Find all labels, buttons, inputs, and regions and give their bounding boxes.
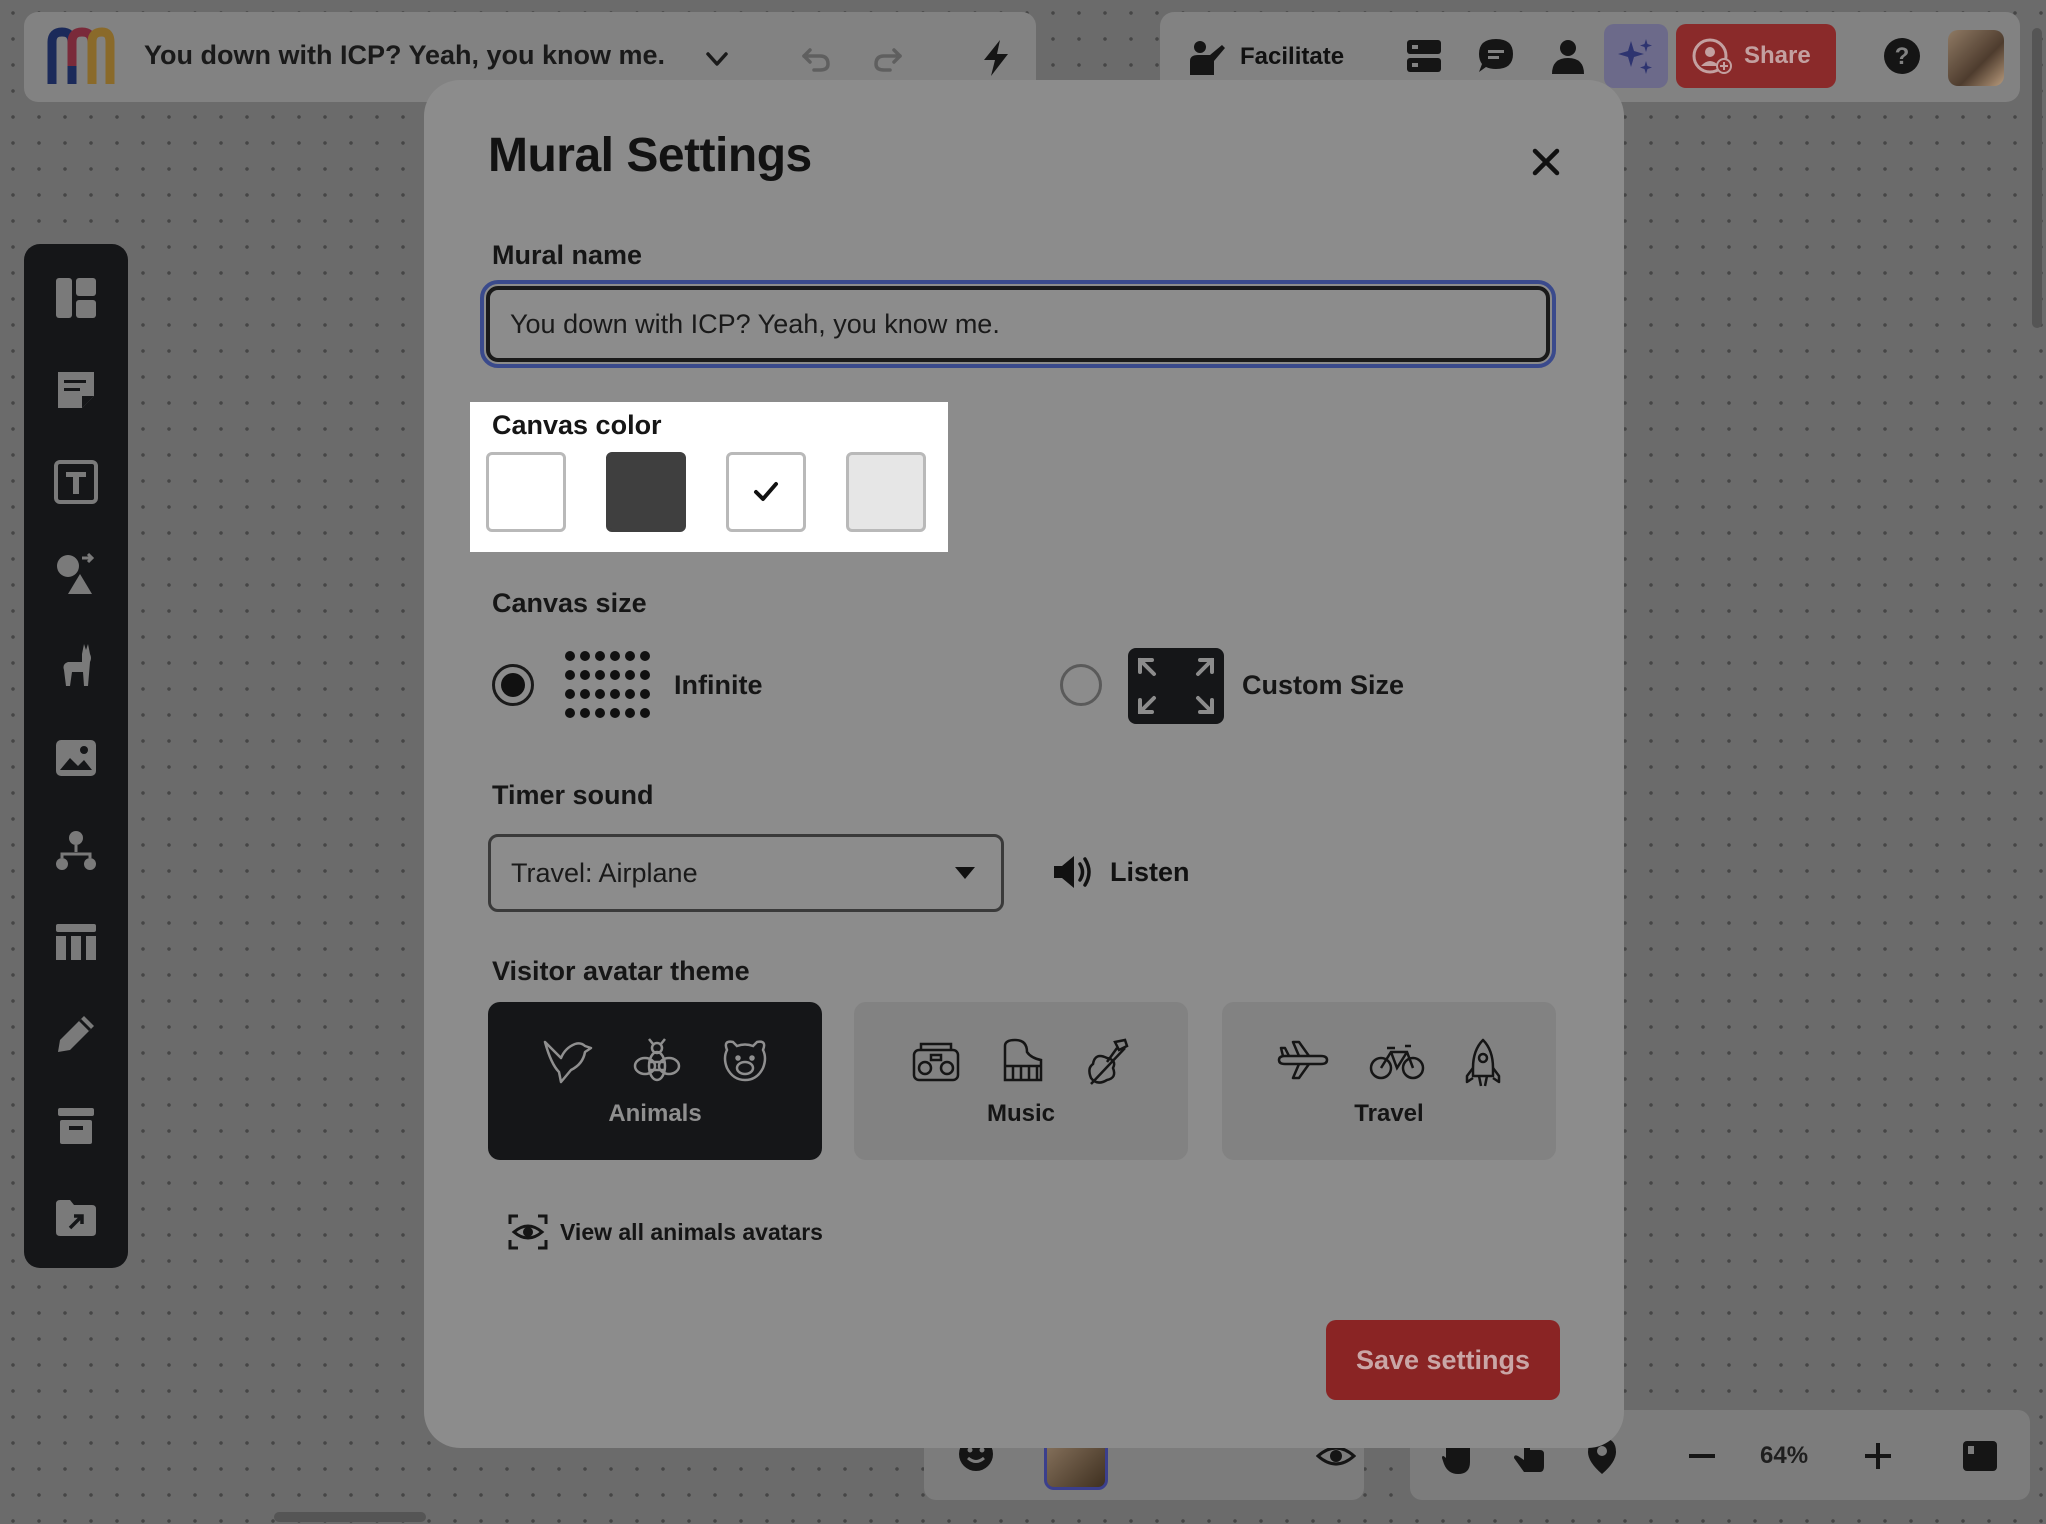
text-icon[interactable] (50, 456, 102, 508)
facilitate-label: Facilitate (1240, 43, 1345, 70)
lightning-icon[interactable] (972, 34, 1020, 82)
mural-title[interactable]: You down with ICP? Yeah, you know me. (144, 40, 665, 71)
speaker-icon (1054, 856, 1091, 888)
custom-size-expand-icon (1128, 648, 1224, 724)
avatar-theme-travel-label: Travel (1354, 1100, 1424, 1127)
sticky-note-icon[interactable] (50, 364, 102, 416)
vertical-scrollbar[interactable] (2032, 28, 2042, 328)
facilitate-icon (1190, 41, 1225, 75)
view-all-avatars-link[interactable]: View all animals avatars (508, 1214, 823, 1250)
timer-sound-label: Timer sound (492, 780, 654, 810)
comments-icon[interactable] (1472, 32, 1520, 80)
templates-icon[interactable] (50, 272, 102, 324)
view-all-avatars-label: View all animals avatars (560, 1218, 823, 1245)
listen-label: Listen (1110, 856, 1190, 887)
infinite-grid-icon (565, 651, 650, 718)
people-icon[interactable] (1544, 32, 1592, 80)
canvas-color-dark[interactable] (606, 452, 686, 532)
close-icon (1532, 148, 1560, 176)
image-icon[interactable] (50, 732, 102, 784)
facilitate-button[interactable]: Facilitate (1188, 34, 1344, 80)
chevron-down-icon[interactable] (700, 44, 734, 74)
canvas-color-light-gray[interactable] (846, 452, 926, 532)
llama-icon[interactable] (50, 640, 102, 692)
archive-icon[interactable] (50, 1100, 102, 1152)
ai-assist-button[interactable] (1604, 24, 1668, 88)
eye-view-icon (508, 1214, 548, 1250)
timer-sound-select[interactable]: Travel: Airplane (488, 834, 1004, 912)
shapes-icon[interactable] (50, 548, 102, 600)
mural-name-label: Mural name (492, 240, 643, 270)
redo-icon[interactable] (864, 34, 912, 82)
modal-title: Mural Settings (488, 129, 812, 182)
listen-button[interactable]: Listen (1052, 852, 1190, 892)
canvas-size-infinite-label[interactable]: Infinite (674, 670, 763, 701)
boombox-icon (912, 1042, 960, 1082)
share-button[interactable]: Share (1676, 24, 1836, 88)
canvas-size-custom-radio[interactable] (1060, 664, 1102, 706)
zoom-level[interactable]: 64% (1760, 1442, 1808, 1470)
bird-icon (543, 1040, 593, 1084)
svg-text:?: ? (1895, 43, 1910, 70)
visitor-avatar-theme-label: Visitor avatar theme (492, 956, 750, 986)
canvas-color-dotted[interactable] (726, 452, 806, 532)
left-toolbar (24, 244, 128, 1268)
mural-name-input[interactable] (480, 280, 1556, 368)
avatar-theme-music[interactable]: Music (854, 1002, 1188, 1160)
help-icon[interactable]: ? (1878, 32, 1926, 80)
bee-icon (633, 1038, 681, 1082)
share-user-icon (1692, 38, 1732, 74)
canvas-size-infinite-radio[interactable] (492, 664, 534, 706)
mural-settings-modal: Mural Settings Mural name Canvas color C… (424, 80, 1624, 1448)
ai-sparkle-icon (1618, 39, 1652, 74)
rocket-icon (1465, 1038, 1501, 1087)
canvas-size-label: Canvas size (492, 588, 647, 618)
violin-icon (1088, 1038, 1129, 1085)
diagram-icon[interactable] (50, 824, 102, 876)
share-label: Share (1744, 42, 1811, 69)
user-avatar[interactable] (1948, 30, 2004, 86)
piano-icon (1003, 1038, 1043, 1082)
zoom-out-icon[interactable] (1678, 1432, 1726, 1480)
checkmark-icon (754, 482, 778, 501)
outline-icon[interactable] (1400, 32, 1448, 80)
horizontal-scrollbar[interactable] (274, 1512, 426, 1522)
avatar-theme-animals[interactable]: Animals (488, 1002, 822, 1160)
table-icon[interactable] (50, 916, 102, 968)
bear-icon (723, 1040, 767, 1082)
mural-logo[interactable] (44, 26, 116, 90)
minimap-icon[interactable] (1956, 1432, 2004, 1480)
pen-icon[interactable] (50, 1008, 102, 1060)
airplane-icon (1277, 1040, 1329, 1080)
close-button[interactable] (1524, 140, 1568, 184)
timer-sound-value: Travel: Airplane (511, 857, 698, 888)
canvas-color-section: Canvas color (470, 402, 948, 552)
dropdown-caret-icon (955, 867, 975, 879)
avatar-theme-animals-label: Animals (608, 1100, 702, 1127)
canvas-color-white[interactable] (486, 452, 566, 532)
canvas-color-label: Canvas color (492, 410, 662, 440)
zoom-in-icon[interactable] (1854, 1432, 1902, 1480)
save-settings-button[interactable]: Save settings (1326, 1320, 1560, 1400)
avatar-theme-music-label: Music (986, 1100, 1055, 1127)
upload-folder-icon[interactable] (50, 1192, 102, 1244)
canvas-size-custom-label[interactable]: Custom Size (1242, 670, 1404, 701)
undo-icon[interactable] (792, 34, 840, 82)
bicycle-icon (1369, 1044, 1425, 1080)
avatar-theme-travel[interactable]: Travel (1222, 1002, 1556, 1160)
